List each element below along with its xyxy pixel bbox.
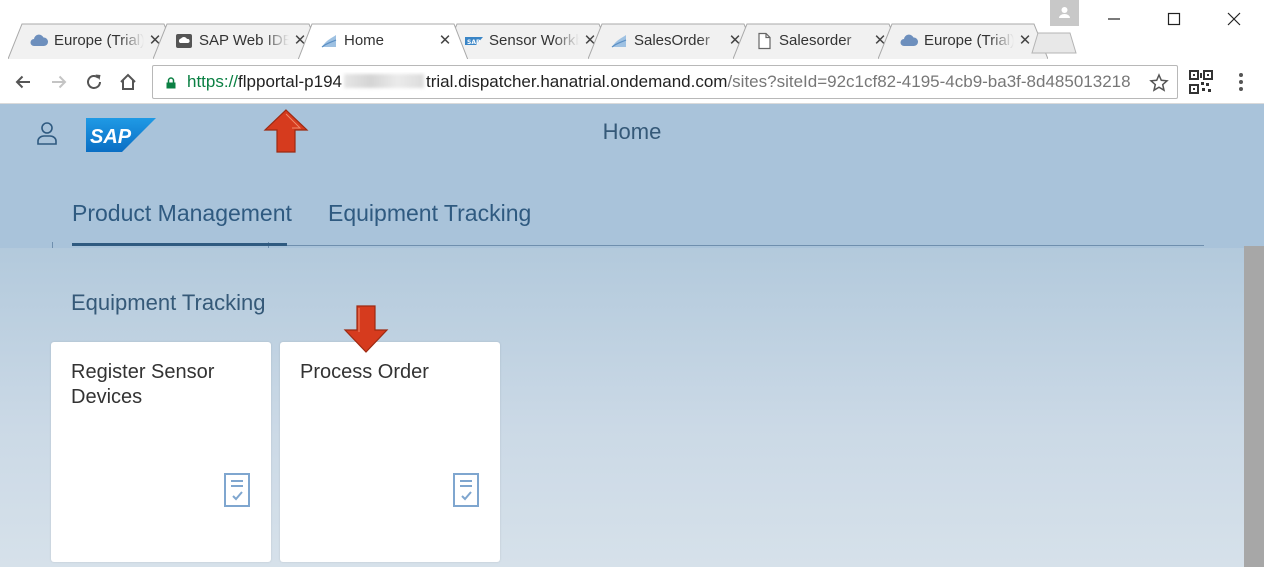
url-host-start: flpportal-p194 xyxy=(238,72,342,91)
tile-register-sensor-devices[interactable]: Register Sensor Devices xyxy=(51,342,271,562)
vertical-scrollbar[interactable] xyxy=(1244,246,1264,567)
anchor-selected-indicator xyxy=(72,243,287,246)
svg-text:SAP: SAP xyxy=(467,39,481,46)
maximize-button[interactable] xyxy=(1144,0,1204,38)
tab-europe-trial-2[interactable]: Europe (Trial) ✕ xyxy=(878,23,1048,59)
annotation-arrow-down-icon xyxy=(343,305,389,353)
tab-strip: Europe (Trial) ✕ SAP Web IDE ✕ SAP Senso… xyxy=(8,23,1088,59)
tab-title: Sensor Workbench xyxy=(489,32,579,49)
anchor-product-management[interactable]: Product Management xyxy=(72,200,292,227)
tile-title: Register Sensor Devices xyxy=(71,361,215,408)
tab-home[interactable]: Home ✕ xyxy=(298,23,468,59)
cloud-icon xyxy=(900,34,918,46)
profile-button[interactable] xyxy=(1050,0,1079,26)
reload-icon xyxy=(87,74,101,89)
arrow-left-icon xyxy=(15,75,30,89)
address-bar[interactable]: https://flpportal-p194 trial.dispatcher.h… xyxy=(152,65,1178,99)
url-scheme: https:// xyxy=(187,72,239,91)
tile-process-order[interactable]: Process Order xyxy=(280,342,500,562)
sap-logo-text: SAP xyxy=(90,126,132,148)
reload-button[interactable] xyxy=(80,68,108,96)
url-host-end: trial.dispatcher.hanatrial.ondemand.com xyxy=(426,72,728,91)
launchpad-page: SAP Home Product Management Equipment Tr… xyxy=(0,104,1264,567)
minimize-icon xyxy=(1108,18,1120,20)
group-title: Equipment Tracking xyxy=(71,290,266,315)
annotation-arrow-up-icon xyxy=(263,109,309,153)
tab-title: Home xyxy=(344,32,385,49)
tab-title: SAP Web IDE xyxy=(199,32,289,49)
maximize-icon xyxy=(1167,12,1181,26)
anchor-navigation-bar: Product Management Equipment Tracking xyxy=(0,164,1264,248)
web-ide-icon xyxy=(176,34,192,48)
home-button[interactable] xyxy=(114,68,142,96)
lock-icon xyxy=(166,77,176,89)
browser-titlebar: Europe (Trial) ✕ SAP Web IDE ✕ SAP Senso… xyxy=(0,0,1264,62)
person-icon xyxy=(1059,7,1070,18)
close-window-button[interactable] xyxy=(1204,0,1264,38)
tab-title: Europe (Trial) xyxy=(54,32,144,49)
browser-toolbar: https://flpportal-p194 trial.dispatcher.h… xyxy=(0,62,1264,104)
task-list-icon xyxy=(224,473,250,507)
tab-title: Europe (Trial) xyxy=(924,32,1014,49)
qr-code-icon[interactable] xyxy=(1189,70,1213,94)
url-path: /sites?siteId=92c1cf82-4195-4cb9-ba3f-8d… xyxy=(727,72,1131,91)
forward-button[interactable] xyxy=(45,68,73,96)
url-text[interactable]: https://flpportal-p194 trial.dispatcher.h… xyxy=(187,72,1137,92)
sap-page-icon xyxy=(321,35,337,48)
anchor-divider-tick xyxy=(52,242,53,248)
more-vert-icon[interactable] xyxy=(1232,70,1250,94)
minimize-button[interactable] xyxy=(1084,0,1144,38)
bookmark-star-icon[interactable] xyxy=(1149,73,1169,93)
tab-title: SalesOrder xyxy=(634,32,710,49)
arrow-right-icon xyxy=(52,75,67,89)
back-button[interactable] xyxy=(9,68,37,96)
tile-title: Process Order xyxy=(300,361,429,383)
shell-header: SAP Home xyxy=(0,104,1264,164)
new-tab-button[interactable] xyxy=(1030,32,1078,54)
document-icon xyxy=(758,32,771,50)
page-title: Home xyxy=(602,119,662,144)
home-icon xyxy=(120,73,136,90)
sap-page-icon xyxy=(611,35,627,48)
tab-close-button[interactable]: ✕ xyxy=(436,32,454,50)
anchor-equipment-tracking[interactable]: Equipment Tracking xyxy=(328,200,531,227)
redacted-region xyxy=(344,74,424,88)
close-icon xyxy=(1227,12,1241,26)
cloud-icon xyxy=(30,34,48,46)
sap-logo[interactable]: SAP xyxy=(86,118,156,152)
task-list-icon xyxy=(453,473,479,507)
tab-title: Salesorder xyxy=(779,32,852,49)
anchor-divider xyxy=(287,245,1204,246)
user-icon[interactable] xyxy=(36,120,58,146)
